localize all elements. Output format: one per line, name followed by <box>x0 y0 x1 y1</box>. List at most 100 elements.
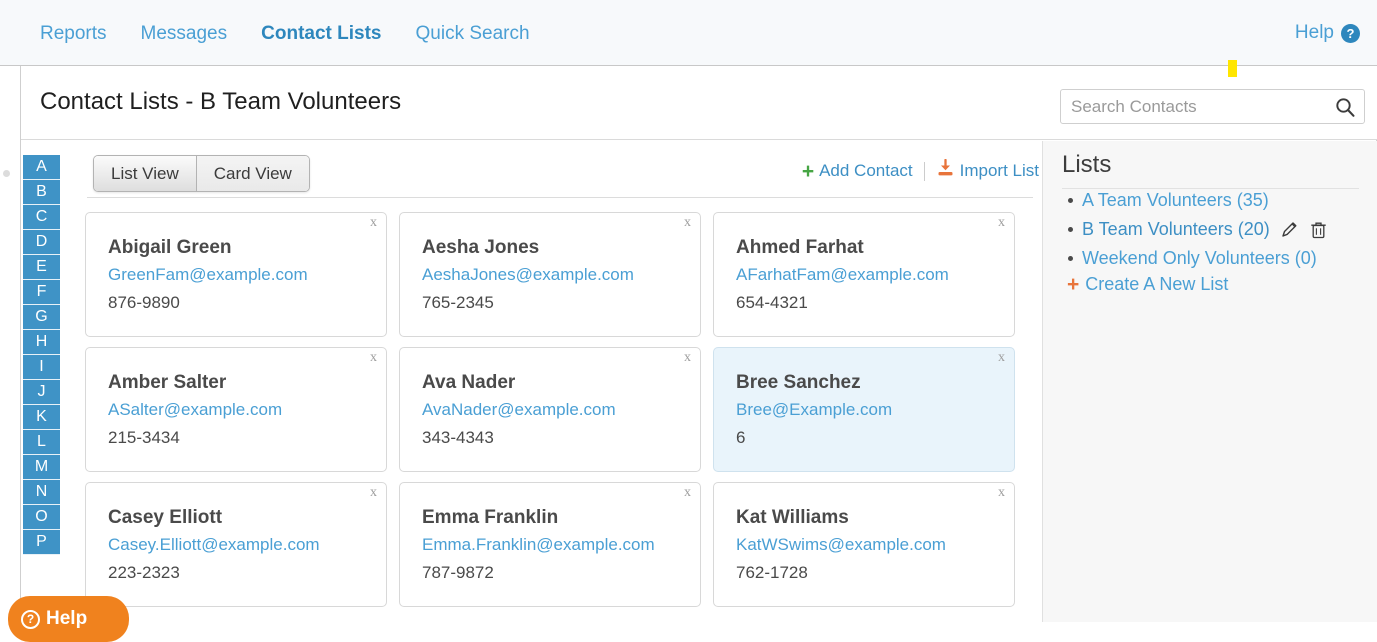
contact-card[interactable]: x Casey Elliott Casey.Elliott@example.com 2… <box>85 482 387 607</box>
nav-link-contact-lists[interactable]: Contact Lists <box>261 24 381 43</box>
alpha-cell-f[interactable]: F <box>23 280 60 305</box>
contact-name: Aesha Jones <box>422 237 540 258</box>
alpha-cell-n[interactable]: N <box>23 480 60 505</box>
help-link[interactable]: Help ? <box>1295 0 1360 66</box>
list-link[interactable]: A Team Volunteers (35) <box>1082 190 1269 211</box>
lists-panel-title: Lists <box>1062 151 1112 178</box>
page-title: Contact Lists - B Team Volunteers <box>40 88 402 115</box>
floating-help-button[interactable]: ? Help <box>8 596 129 642</box>
alpha-cell-k[interactable]: K <box>23 405 60 430</box>
help-label: Help <box>1294 22 1334 43</box>
remove-contact-icon[interactable]: x <box>684 216 691 230</box>
question-mark-icon: ? <box>1341 23 1360 43</box>
contact-phone: 762-1728 <box>736 563 808 582</box>
alpha-cell-m[interactable]: M <box>23 455 60 480</box>
contact-card[interactable]: x Ava Nader AvaNader@example.com 343-4343 <box>399 347 701 472</box>
card-view-button[interactable]: Card View <box>195 156 309 192</box>
contact-card[interactable]: x Aesha Jones AeshaJones@example.com 765-23… <box>399 212 701 337</box>
alpha-cell-d[interactable]: D <box>23 230 60 255</box>
top-nav-links: Reports Messages Contact Lists Quick Sea… <box>40 0 530 66</box>
create-new-list-label: Create A New List <box>1085 274 1229 294</box>
list-item: Weekend Only Volunteers (0) <box>1068 244 1328 273</box>
contact-phone: 6 <box>736 428 746 447</box>
alpha-cell-i[interactable]: I <box>23 355 60 380</box>
alpha-cell-h[interactable]: H <box>23 330 60 355</box>
contact-name: Ava Nader <box>422 372 516 393</box>
alpha-cell-j[interactable]: J <box>23 380 60 405</box>
contact-card-grid: x Abigail Green GreenFam@example.com 876-98… <box>85 212 1035 607</box>
contact-card[interactable]: x Amber Salter ASalter@example.com 215-3434 <box>85 347 387 472</box>
page-edge-dot <box>3 170 10 177</box>
import-download-icon <box>936 158 955 183</box>
list-link[interactable]: Weekend Only Volunteers (0) <box>1082 248 1317 269</box>
list-view-button[interactable]: List View <box>94 156 196 192</box>
remove-contact-icon[interactable]: x <box>370 351 377 365</box>
delete-trash-icon[interactable] <box>1309 220 1328 240</box>
alpha-cell-p[interactable]: P <box>23 530 60 555</box>
list-item: B Team Volunteers (20) <box>1068 215 1328 244</box>
contact-email[interactable]: AFarhatFam@example.com <box>736 265 949 285</box>
contact-name: Casey Elliott <box>108 507 223 528</box>
contact-name: Amber Salter <box>108 372 227 393</box>
contact-email[interactable]: Emma.Franklin@example.com <box>422 535 655 555</box>
nav-link-messages[interactable]: Messages <box>141 24 228 43</box>
list-link[interactable]: B Team Volunteers (20) <box>1082 219 1270 240</box>
remove-contact-icon[interactable]: x <box>684 486 691 500</box>
contact-card[interactable]: x Kat Williams KatWSwims@example.com 762-17… <box>713 482 1015 607</box>
nav-link-reports[interactable]: Reports <box>40 24 107 43</box>
create-new-list-button[interactable]: + Create A New List <box>1067 274 1228 295</box>
alpha-cell-e[interactable]: E <box>23 255 60 280</box>
remove-contact-icon[interactable]: x <box>684 351 691 365</box>
contact-card[interactable]: x Bree Sanchez Bree@Example.com 6 <box>713 347 1015 472</box>
yellow-highlight-marker <box>1228 60 1237 77</box>
contact-phone: 343-4343 <box>422 428 494 447</box>
contact-phone: 765-2345 <box>422 293 494 312</box>
import-list-label: Import List <box>959 161 1039 180</box>
alpha-cell-a[interactable]: A <box>23 155 60 180</box>
contact-name: Ahmed Farhat <box>736 237 864 258</box>
toolbar-divider <box>87 197 1033 198</box>
contact-email[interactable]: Bree@Example.com <box>736 400 892 420</box>
lists-sidebar: Lists A Team Volunteers (35) B Team Volun… <box>1042 141 1377 622</box>
contact-email[interactable]: AeshaJones@example.com <box>422 265 634 285</box>
remove-contact-icon[interactable]: x <box>998 216 1005 230</box>
page-frame: Contact Lists - B Team Volunteers ABCDEF… <box>20 66 1377 622</box>
alpha-cell-l[interactable]: L <box>23 430 60 455</box>
page-header: Contact Lists - B Team Volunteers <box>21 66 1377 140</box>
contact-email[interactable]: AvaNader@example.com <box>422 400 616 420</box>
alpha-cell-g[interactable]: G <box>23 305 60 330</box>
contact-phone: 223-2323 <box>108 563 180 582</box>
remove-contact-icon[interactable]: x <box>998 351 1005 365</box>
search-input[interactable] <box>1061 90 1331 123</box>
contact-name: Emma Franklin <box>422 507 559 528</box>
alpha-cell-b[interactable]: B <box>23 180 60 205</box>
contact-email[interactable]: GreenFam@example.com <box>108 265 308 285</box>
contact-phone: 215-3434 <box>108 428 180 447</box>
help-circle-icon: ? <box>21 609 40 629</box>
floating-help-label: Help <box>46 608 88 629</box>
list-item: A Team Volunteers (35) <box>1068 186 1328 215</box>
contact-card[interactable]: x Ahmed Farhat AFarhatFam@example.com 654-4… <box>713 212 1015 337</box>
alpha-cell-o[interactable]: O <box>23 505 60 530</box>
contact-phone: 654-4321 <box>736 293 808 312</box>
contact-email[interactable]: KatWSwims@example.com <box>736 535 946 555</box>
action-divider <box>923 161 925 181</box>
contact-email[interactable]: Casey.Elliott@example.com <box>108 535 320 555</box>
contact-email[interactable]: ASalter@example.com <box>108 400 282 420</box>
contact-phone: 787-9872 <box>422 563 494 582</box>
alpha-cell-c[interactable]: C <box>23 205 60 230</box>
edit-pencil-icon[interactable] <box>1280 220 1299 239</box>
contact-card[interactable]: x Emma Franklin Emma.Franklin@example.com 7… <box>399 482 701 607</box>
add-contact-button[interactable]: + Add Contact <box>802 161 913 182</box>
top-navigation-bar: Reports Messages Contact Lists Quick Sea… <box>0 0 1377 66</box>
plus-icon: + <box>1067 273 1080 296</box>
remove-contact-icon[interactable]: x <box>370 216 377 230</box>
alphabet-index-rail: ABCDEFGHIJKLMNOP <box>23 155 60 555</box>
contact-card[interactable]: x Abigail Green GreenFam@example.com 876-98… <box>85 212 387 337</box>
contact-name: Bree Sanchez <box>736 372 861 393</box>
remove-contact-icon[interactable]: x <box>998 486 1005 500</box>
import-list-button[interactable]: Import List <box>936 158 1039 183</box>
nav-link-quick-search[interactable]: Quick Search <box>416 24 530 43</box>
remove-contact-icon[interactable]: x <box>370 486 377 500</box>
search-icon[interactable] <box>1334 96 1356 118</box>
